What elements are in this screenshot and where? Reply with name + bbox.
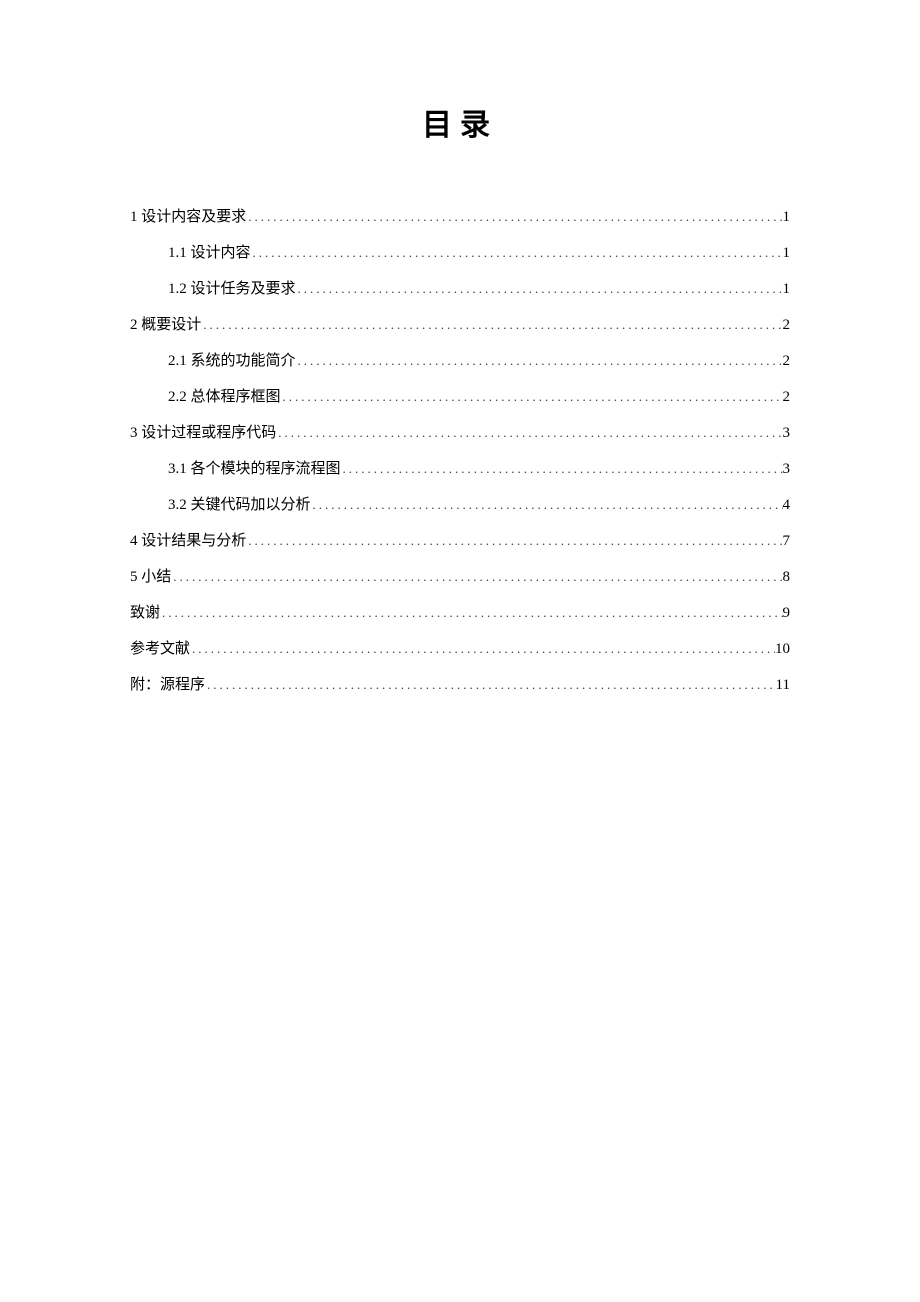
toc-entry: 1.2 设计任务及要求 1 (130, 271, 790, 307)
toc-label: 1.1 设计内容 (168, 235, 251, 271)
toc-label: 参考文献 (130, 631, 190, 667)
toc-entry: 1 设计内容及要求 1 (130, 199, 790, 235)
toc-entry: 2.1 系统的功能简介 2 (130, 343, 790, 379)
toc-page-number: 1 (783, 271, 791, 307)
toc-entry: 3.1 各个模块的程序流程图 3 (130, 451, 790, 487)
toc-entry: 3 设计过程或程序代码 3 (130, 415, 790, 451)
toc-page-number: 1 (783, 199, 791, 235)
toc-leader-dots (341, 453, 783, 484)
toc-label: 2.2 总体程序框图 (168, 379, 281, 415)
toc-label: 1 设计内容及要求 (130, 199, 246, 235)
toc-leader-dots (171, 561, 782, 592)
toc-page-number: 9 (783, 595, 791, 631)
toc-entry: 附：源程序 11 (130, 667, 790, 703)
toc-leader-dots (160, 597, 782, 628)
toc-page-number: 2 (783, 343, 791, 379)
toc-label: 2 概要设计 (130, 307, 201, 343)
toc-leader-dots (246, 525, 782, 556)
toc-entry: 3.2 关键代码加以分析 4 (130, 487, 790, 523)
toc-entry: 1.1 设计内容 1 (130, 235, 790, 271)
toc-page-number: 4 (783, 487, 791, 523)
toc-page-number: 2 (783, 379, 791, 415)
toc-leader-dots (296, 345, 783, 376)
toc-entry: 5 小结 8 (130, 559, 790, 595)
toc-entry: 2.2 总体程序框图 2 (130, 379, 790, 415)
toc-page-number: 11 (776, 667, 790, 703)
toc-entry: 参考文献 10 (130, 631, 790, 667)
toc-label: 3.1 各个模块的程序流程图 (168, 451, 341, 487)
toc-leader-dots (311, 489, 783, 520)
toc-entry: 致谢 9 (130, 595, 790, 631)
toc-leader-dots (201, 309, 782, 340)
toc-label: 3.2 关键代码加以分析 (168, 487, 311, 523)
toc-entry: 4 设计结果与分析 7 (130, 523, 790, 559)
toc-page-number: 3 (783, 415, 791, 451)
table-of-contents: 1 设计内容及要求 1 1.1 设计内容 1 1.2 设计任务及要求 1 2 概… (130, 199, 790, 703)
toc-page-number: 7 (783, 523, 791, 559)
toc-label: 2.1 系统的功能简介 (168, 343, 296, 379)
toc-page-number: 3 (783, 451, 791, 487)
page-title: 目录 (130, 100, 790, 144)
toc-page-number: 10 (775, 631, 790, 667)
toc-leader-dots (251, 237, 783, 268)
toc-label: 5 小结 (130, 559, 171, 595)
toc-label: 4 设计结果与分析 (130, 523, 246, 559)
toc-leader-dots (276, 417, 782, 448)
toc-label: 3 设计过程或程序代码 (130, 415, 276, 451)
toc-label: 1.2 设计任务及要求 (168, 271, 296, 307)
toc-page-number: 8 (783, 559, 791, 595)
toc-leader-dots (205, 669, 776, 700)
toc-leader-dots (190, 633, 775, 664)
toc-page-number: 2 (783, 307, 791, 343)
toc-entry: 2 概要设计 2 (130, 307, 790, 343)
toc-page-number: 1 (783, 235, 791, 271)
toc-leader-dots (281, 381, 783, 412)
toc-leader-dots (246, 201, 782, 232)
toc-label: 附：源程序 (130, 667, 205, 703)
toc-label: 致谢 (130, 595, 160, 631)
toc-leader-dots (296, 273, 783, 304)
